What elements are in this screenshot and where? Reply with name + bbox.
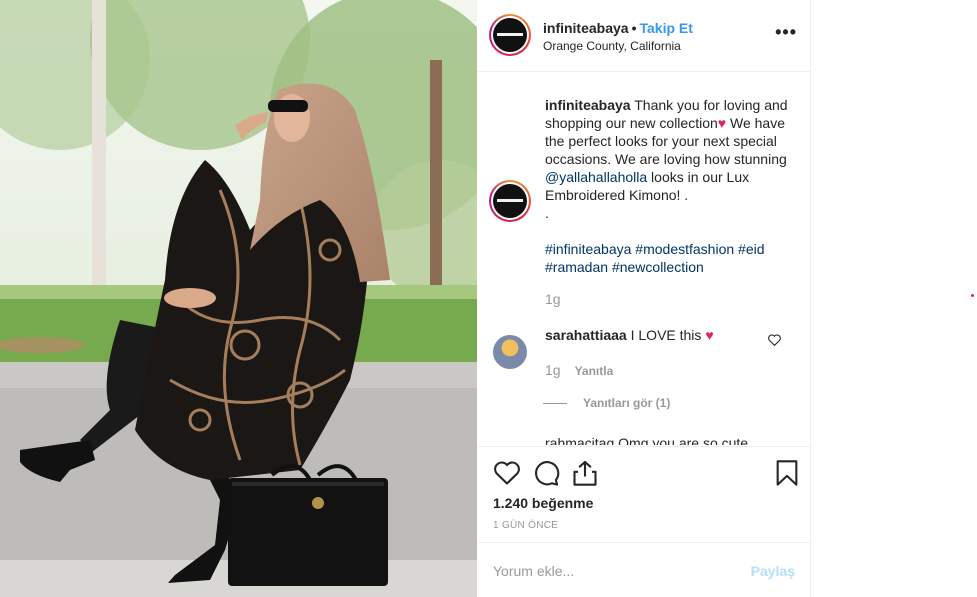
hashtag-link[interactable]: #newcollection (612, 259, 704, 275)
reply-button[interactable]: Yanıtla (575, 364, 614, 378)
share-icon[interactable] (571, 459, 599, 487)
more-options-icon[interactable]: ••• (775, 22, 797, 43)
add-comment-bar: Paylaş (477, 542, 811, 597)
hashtag-link[interactable]: #modestfashion (635, 241, 734, 257)
likes-count[interactable]: 1.240 beğenme (493, 495, 593, 511)
comment-like-icon[interactable] (768, 334, 781, 346)
post-actions: 1.240 beğenme 1 GÜN ÖNCE (477, 446, 811, 542)
post-photo[interactable] (0, 0, 477, 597)
mention-link[interactable]: @yallahallaholla (545, 169, 647, 185)
next-comment-text: rahmacitag Omg you are so cute (545, 435, 749, 445)
heart-emoji-icon: ♥ (717, 115, 727, 131)
separator-dot: • (631, 20, 637, 36)
heart-emoji-icon: ♥ (705, 327, 714, 343)
brand-logo-icon (493, 18, 527, 52)
location-link[interactable]: Orange County, California (543, 39, 681, 53)
post-image (0, 0, 477, 597)
caption-time: 1g (545, 291, 561, 307)
hashtag-link[interactable]: #eid (738, 241, 764, 257)
comment-icon[interactable] (532, 459, 560, 487)
header-user-line: infiniteabaya • Takip Et (543, 20, 693, 36)
post-comment-button[interactable]: Paylaş (751, 563, 795, 579)
view-replies-label: Yanıtları gör (1) (583, 396, 671, 410)
view-replies-button[interactable]: Yanıtları gör (1) (543, 396, 670, 410)
hashtag-link[interactable]: #ramadan (545, 259, 608, 275)
comment-meta: 1g Yanıtla (545, 362, 613, 378)
post-header: infiniteabaya • Takip Et Orange County, Ca… (477, 0, 811, 72)
caption-dot-line: . (545, 205, 549, 221)
hashtag-link[interactable]: #infiniteabaya (545, 241, 631, 257)
header-username[interactable]: infiniteabaya (543, 20, 629, 36)
comment-username[interactable]: sarahattiaaa (545, 327, 627, 343)
indicator-dot (971, 294, 974, 297)
profile-avatar[interactable] (489, 14, 531, 56)
caption-avatar[interactable] (489, 180, 531, 222)
commenter-avatar[interactable] (493, 335, 527, 369)
replies-divider (543, 403, 567, 405)
heart-icon[interactable] (493, 459, 521, 487)
bookmark-icon[interactable] (773, 459, 801, 487)
comment-input[interactable] (493, 560, 733, 582)
post-caption: infiniteabaya Thank you for loving and s… (545, 96, 795, 276)
follow-button[interactable]: Takip Et (640, 20, 693, 36)
comment-time: 1g (545, 362, 561, 378)
comment-body: I LOVE this (626, 327, 706, 343)
post-details-panel: infiniteabaya • Takip Et Orange County, Ca… (477, 0, 811, 597)
brand-logo-icon (493, 184, 527, 218)
caption-username[interactable]: infiniteabaya (545, 97, 631, 113)
comments-section[interactable]: infiniteabaya Thank you for loving and s… (477, 73, 811, 445)
post-time-ago: 1 GÜN ÖNCE (493, 520, 559, 531)
comment-text: sarahattiaaa I LOVE this ♥ (545, 327, 714, 343)
